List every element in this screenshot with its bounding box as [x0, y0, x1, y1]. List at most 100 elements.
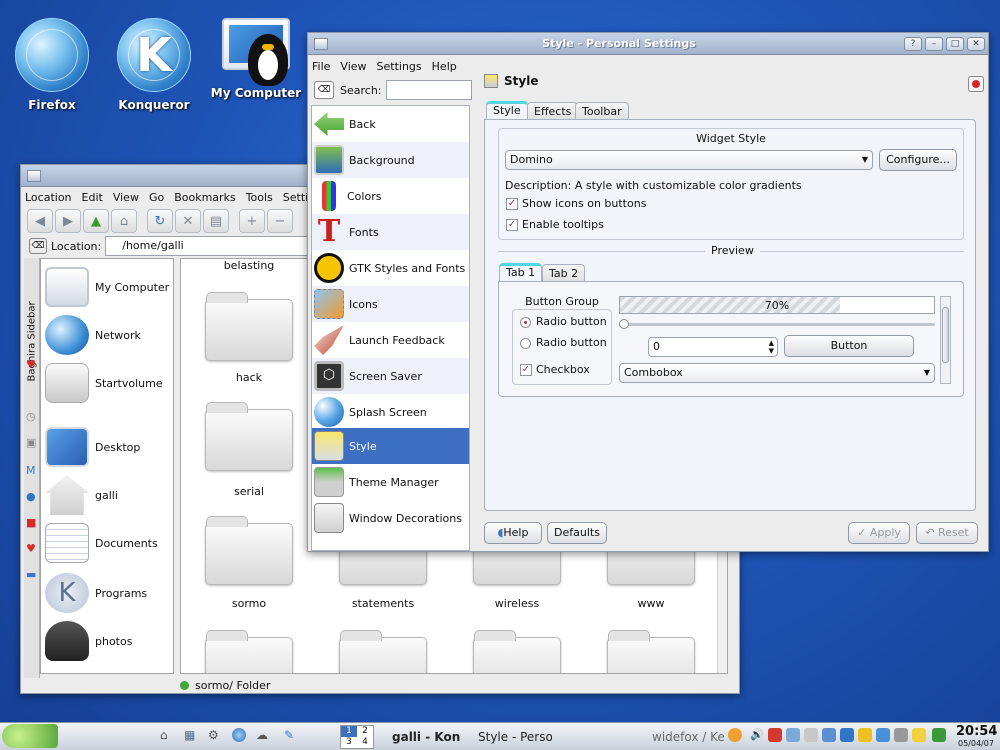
folder-icon[interactable] [339, 630, 427, 673]
help-button-icon[interactable]: ? [904, 36, 922, 51]
network-launcher-icon[interactable]: ▦ [184, 728, 198, 742]
preview-checkbox[interactable]: ✓ Checkbox [520, 363, 590, 376]
nav-item-back[interactable]: Back [312, 106, 469, 142]
sidebar-item-galli[interactable]: galli [45, 475, 118, 515]
radio-button-1[interactable]: Radio button [520, 315, 607, 328]
folder-label[interactable]: www [591, 597, 711, 610]
folder-label[interactable]: statements [323, 597, 443, 610]
tray-network-icon[interactable] [822, 728, 836, 742]
menu-bookmarks[interactable]: Bookmarks [174, 191, 235, 204]
preview-button[interactable]: Button [784, 335, 914, 357]
nav-item-screen-saver[interactable]: ⬡ Screen Saver [312, 358, 469, 394]
window-menu-icon[interactable] [314, 37, 328, 50]
tray-update-icon[interactable] [876, 728, 890, 742]
tab-style[interactable]: Style [486, 101, 528, 120]
nav-item-splash-screen[interactable]: Splash Screen [312, 394, 469, 430]
tray-clipboard-icon[interactable] [804, 728, 818, 742]
menu-settings[interactable]: Settings [377, 60, 422, 73]
menu-go[interactable]: Go [149, 191, 164, 204]
desktop-icon-my-computer[interactable]: My Computer [208, 18, 304, 100]
scrollbar-thumb[interactable] [942, 307, 949, 363]
defaults-button[interactable]: Defaults [547, 522, 607, 544]
home-folder-icon[interactable]: ▣ [26, 436, 36, 449]
combobox[interactable]: Combobox ▼ [619, 363, 935, 383]
history-clock-icon[interactable]: ◷ [26, 410, 36, 423]
red-folder-icon[interactable]: ■ [26, 516, 36, 529]
konqueror-launcher-icon[interactable] [232, 728, 246, 742]
nav-item-theme-manager[interactable]: Theme Manager [312, 464, 469, 500]
nav-item-icons[interactable]: Icons [312, 286, 469, 322]
kmenu-chameleon-icon[interactable] [2, 724, 58, 748]
sidebar-item-desktop[interactable]: Desktop [45, 427, 140, 467]
folder-label[interactable]: serial [189, 485, 309, 498]
menu-help[interactable]: Help [432, 60, 457, 73]
sidebar-item-programs[interactable]: K Programs [45, 573, 147, 613]
folder-label[interactable]: wireless [457, 597, 577, 610]
desktop-icon-firefox[interactable]: Firefox [4, 18, 100, 112]
nav-item-window-decorations[interactable]: Window Decorations [312, 500, 469, 536]
globe-icon[interactable]: ● [26, 490, 36, 503]
spin-box[interactable]: 0 ▲ ▼ [648, 337, 778, 357]
folder-icon[interactable] [205, 630, 293, 673]
menu-view[interactable]: View [113, 191, 139, 204]
chat-launcher-icon[interactable]: ☁ [256, 728, 270, 742]
window-menu-icon[interactable] [27, 169, 41, 182]
bookmark-heart-icon[interactable]: ♥ [26, 358, 36, 371]
folder-icon[interactable] [607, 630, 695, 673]
network-icon[interactable]: M [26, 464, 36, 477]
taskbar-app-settings[interactable]: Style - Perso [456, 727, 552, 748]
tooltips-checkbox[interactable]: ✓ Enable tooltips [506, 218, 604, 231]
tray-download-icon[interactable] [840, 728, 854, 742]
clock-time[interactable]: 20:54 [956, 724, 997, 739]
search-input[interactable] [385, 80, 472, 100]
menu-edit[interactable]: Edit [82, 191, 103, 204]
tray-red-icon[interactable] [768, 728, 782, 742]
slider-handle[interactable] [619, 319, 629, 329]
menu-tools[interactable]: Tools [246, 191, 273, 204]
pager-desktop-3[interactable]: 3 [341, 737, 357, 748]
tray-monitor-icon[interactable] [786, 728, 800, 742]
clear-search-icon[interactable]: ⌫ [314, 81, 334, 99]
desktop-icon-konqueror[interactable]: K Konqueror [106, 18, 202, 112]
folder-label[interactable]: hack [189, 371, 309, 384]
spin-arrows-icon[interactable]: ▲ ▼ [769, 339, 774, 355]
menu-location[interactable]: Location [25, 191, 72, 204]
reset-button[interactable]: ↶ Reset [916, 522, 978, 544]
quick-help-icon[interactable] [968, 76, 984, 92]
maximize-icon[interactable]: □ [946, 36, 964, 51]
help-button[interactable]: ◖Help [484, 522, 542, 544]
menu-file[interactable]: File [312, 60, 330, 73]
taskbar-app-widefox[interactable]: widefox / Ke [630, 727, 726, 748]
nav-item-background[interactable]: Background [312, 142, 469, 178]
tray-battery-icon[interactable] [894, 728, 908, 742]
clear-location-icon[interactable]: ⌫ [29, 238, 47, 254]
folder-icon[interactable] [473, 630, 561, 673]
show-icons-checkbox[interactable]: ✓ Show icons on buttons [506, 197, 646, 210]
minimize-icon[interactable]: – [925, 36, 943, 51]
sidebar-item-startvolume[interactable]: Startvolume [45, 363, 163, 403]
apply-button[interactable]: ✓ Apply [848, 522, 910, 544]
nav-item-style[interactable]: Style [312, 428, 469, 464]
folder-label[interactable]: belasting [189, 259, 309, 272]
pager-desktop-1[interactable]: 1 [341, 726, 357, 737]
klipper-icon[interactable] [728, 728, 742, 742]
stop-icon[interactable]: ✕ [175, 209, 201, 233]
sidebar-item-my-computer[interactable]: My Computer [45, 267, 169, 307]
folder-icon[interactable] [205, 292, 293, 361]
zoom-in-icon[interactable]: + [239, 209, 265, 233]
close-icon[interactable]: ✕ [967, 36, 985, 51]
zoom-out-icon[interactable]: − [267, 209, 293, 233]
folder-icon[interactable] [205, 402, 293, 471]
radio-button-2[interactable]: Radio button [520, 336, 607, 349]
settings-titlebar[interactable]: Style - Personal Settings ? – □ ✕ [308, 33, 988, 55]
preview-tab-1[interactable]: Tab 1 [499, 263, 543, 282]
reload-icon[interactable]: ↻ [147, 209, 173, 233]
media-icon[interactable]: ▬ [26, 568, 36, 581]
editor-launcher-icon[interactable]: ✎ [284, 728, 298, 742]
tray-power-icon[interactable] [932, 728, 946, 742]
bookmark-heart-icon[interactable]: ♥ [26, 542, 36, 555]
menu-view[interactable]: View [340, 60, 366, 73]
nav-item-colors[interactable]: Colors [312, 178, 469, 214]
tray-chat-icon[interactable] [858, 728, 872, 742]
nav-item-launch-feedback[interactable]: Launch Feedback [312, 322, 469, 358]
